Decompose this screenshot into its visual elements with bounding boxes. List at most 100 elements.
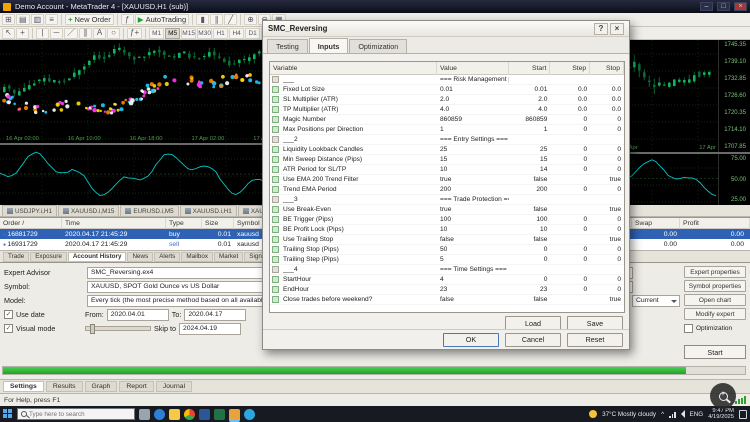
param-step[interactable]: 0 xyxy=(550,126,590,133)
param-start[interactable]: 0 xyxy=(509,256,551,263)
modify-expert-button[interactable]: Modify expert xyxy=(684,308,746,320)
param-value[interactable]: 15 xyxy=(437,156,509,163)
param-step[interactable]: 0 xyxy=(550,216,590,223)
terminal-tab[interactable]: Trade xyxy=(3,252,29,262)
param-stop[interactable]: 0 xyxy=(590,286,624,293)
terminal-column-header[interactable]: Time xyxy=(62,218,166,229)
param-value[interactable]: 200 xyxy=(437,186,509,193)
param-value[interactable]: === Time Settings === xyxy=(437,266,509,273)
magnifier-overlay-icon[interactable] xyxy=(710,383,736,409)
param-stop[interactable]: true xyxy=(590,206,624,213)
navigator-icon[interactable]: ≡ xyxy=(45,14,58,25)
input-parameter-row[interactable]: Close trades before weekend? false false… xyxy=(270,295,624,305)
task-view-icon[interactable] xyxy=(139,409,150,420)
input-parameter-row[interactable]: Magic Number 860859 860859 0 0 xyxy=(270,115,624,125)
load-button[interactable]: Load xyxy=(505,316,561,330)
to-date-field[interactable]: 2020.04.17 xyxy=(184,309,246,321)
param-value[interactable]: 100 xyxy=(437,216,509,223)
timeframe-button[interactable]: M15 xyxy=(181,28,196,39)
param-value[interactable]: 10 xyxy=(437,226,509,233)
param-start[interactable]: 25 xyxy=(509,146,551,153)
new-order-button[interactable]: +New Order xyxy=(65,14,114,25)
terminal-tab[interactable]: Account History xyxy=(68,252,127,262)
input-parameter-row[interactable]: ATR Period for SL/TP 10 14 0 0 xyxy=(270,165,624,175)
tray-expand-icon[interactable]: ^ xyxy=(661,411,664,418)
channel-icon[interactable]: ∥ xyxy=(79,28,92,39)
param-stop[interactable]: true xyxy=(590,176,624,183)
from-date-field[interactable]: 2020.04.01 xyxy=(107,309,169,321)
param-step[interactable]: 0 xyxy=(550,276,590,283)
save-button[interactable]: Save xyxy=(567,316,623,330)
timeframe-button[interactable]: M30 xyxy=(197,28,212,39)
param-step[interactable]: 0 xyxy=(550,156,590,163)
candle-chart-icon[interactable]: ▮ xyxy=(196,14,209,25)
reset-button[interactable]: Reset xyxy=(567,333,623,347)
column-variable[interactable]: Variable xyxy=(270,62,437,75)
param-step[interactable]: 0 xyxy=(550,226,590,233)
chrome-icon[interactable] xyxy=(184,409,195,420)
ok-button[interactable]: OK xyxy=(443,333,499,347)
timeframe-button[interactable]: H1 xyxy=(213,28,228,39)
input-parameter-row[interactable]: Trailing Stop (Pips) 50 0 0 0 xyxy=(270,245,624,255)
zoom-in-icon[interactable]: ⊕ xyxy=(244,14,257,25)
terminal-column-header[interactable]: Size xyxy=(202,218,234,229)
input-parameter-row[interactable]: BE Profit Lock (Pips) 10 10 0 0 xyxy=(270,225,624,235)
input-parameter-row[interactable]: Trend EMA Period 200 200 0 0 xyxy=(270,185,624,195)
cursor-icon[interactable]: ↖ xyxy=(2,28,15,39)
dialog-close-button[interactable]: × xyxy=(610,23,624,35)
timeframe-button[interactable]: M5 xyxy=(165,28,180,39)
param-value[interactable]: 50 xyxy=(437,246,509,253)
param-start[interactable]: 860859 xyxy=(509,116,551,123)
param-value[interactable]: true xyxy=(437,176,509,183)
visual-speed-slider[interactable] xyxy=(85,326,151,331)
param-value[interactable]: 0.01 xyxy=(437,86,509,93)
param-value[interactable]: 5 xyxy=(437,256,509,263)
start-button[interactable]: Start xyxy=(684,345,746,359)
tester-tab[interactable]: Settings xyxy=(3,381,44,392)
param-stop[interactable]: 0 xyxy=(590,166,624,173)
column-stop[interactable]: Stop xyxy=(590,62,624,75)
network-icon[interactable] xyxy=(669,411,676,418)
terminal-column-header[interactable]: Type xyxy=(166,218,202,229)
param-stop[interactable]: 0 xyxy=(590,276,624,283)
chart-profiles-icon[interactable]: ▤ xyxy=(16,14,30,25)
param-start[interactable]: false xyxy=(509,176,551,183)
tester-tab[interactable]: Results xyxy=(46,381,83,392)
param-stop[interactable]: 0.0 xyxy=(590,86,624,93)
param-stop[interactable]: 0.0 xyxy=(590,96,624,103)
spread-select[interactable]: Current xyxy=(632,295,680,307)
input-parameter-row[interactable]: ___2 === Entry Settings === xyxy=(270,135,624,145)
column-step[interactable]: Step xyxy=(550,62,590,75)
param-stop[interactable]: 0.0 xyxy=(590,106,624,113)
param-step[interactable]: 0 xyxy=(550,246,590,253)
param-start[interactable]: 23 xyxy=(509,286,551,293)
param-value[interactable]: === Entry Settings === xyxy=(437,136,509,143)
taskbar-search[interactable] xyxy=(17,408,135,420)
param-value[interactable]: true xyxy=(437,206,509,213)
maximize-button[interactable]: □ xyxy=(717,2,730,11)
chart-tab[interactable]: XAUUSD.i,M15 xyxy=(58,205,119,216)
param-step[interactable]: 0.0 xyxy=(550,96,590,103)
param-value[interactable]: 1 xyxy=(437,126,509,133)
param-start[interactable]: 1 xyxy=(509,126,551,133)
input-parameter-row[interactable]: ___ === Risk Management parameters === xyxy=(270,75,624,85)
skip-to-date-field[interactable]: 2024.04.19 xyxy=(179,323,241,335)
input-parameter-row[interactable]: Min Sweep Distance (Pips) 15 15 0 0 xyxy=(270,155,624,165)
param-start[interactable]: 4.0 xyxy=(509,106,551,113)
param-start[interactable]: 15 xyxy=(509,156,551,163)
word-icon[interactable] xyxy=(199,409,210,420)
input-parameter-row[interactable]: ___3 === Trade Protection === xyxy=(270,195,624,205)
param-stop[interactable]: 0 xyxy=(590,126,624,133)
volume-icon[interactable] xyxy=(681,410,685,418)
start-button[interactable] xyxy=(3,409,13,419)
param-stop[interactable]: 0 xyxy=(590,256,624,263)
terminal-tab[interactable]: Mailbox xyxy=(181,252,213,262)
param-value[interactable]: === Risk Management parameters === xyxy=(437,76,509,83)
search-input[interactable] xyxy=(29,411,131,418)
terminal-tab[interactable]: Alerts xyxy=(154,252,180,262)
input-parameter-row[interactable]: Max Positions per Direction 1 1 0 0 xyxy=(270,125,624,135)
param-start[interactable]: 0 xyxy=(509,276,551,283)
language-indicator[interactable]: ENG xyxy=(690,411,704,418)
terminal-column-header[interactable]: Swap xyxy=(632,218,680,229)
param-start[interactable]: false xyxy=(509,236,551,243)
